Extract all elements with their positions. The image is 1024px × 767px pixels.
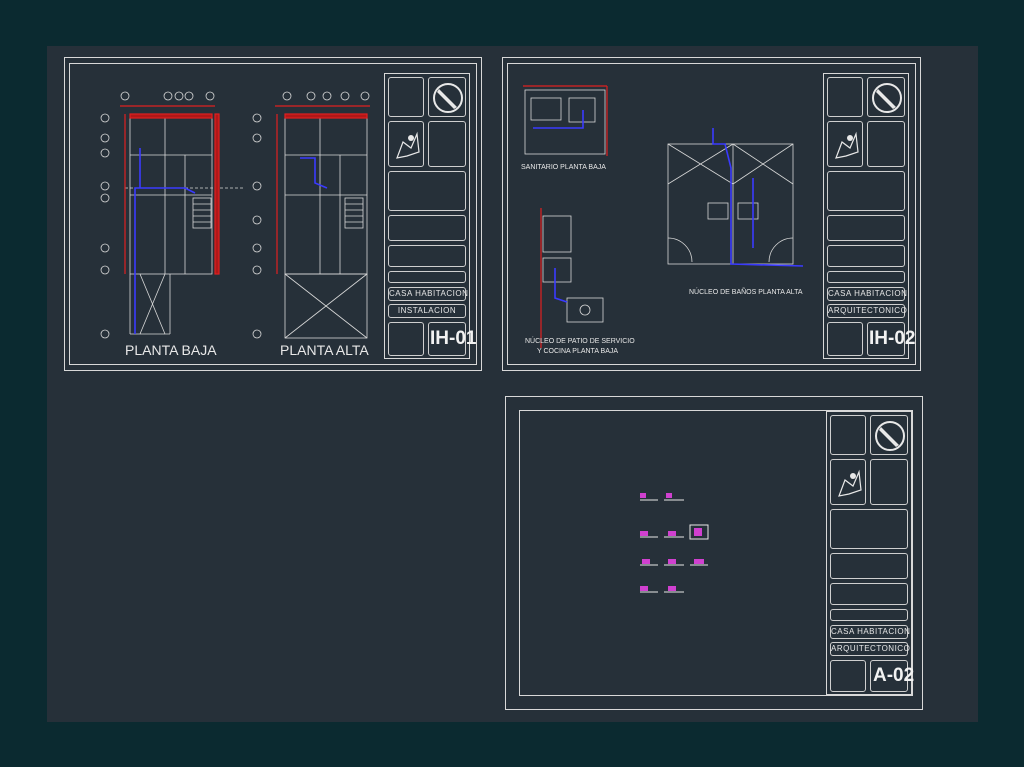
code-box: IH-01 bbox=[428, 322, 476, 356]
school-box bbox=[870, 459, 908, 505]
school-box bbox=[428, 121, 466, 167]
teacher-box bbox=[388, 245, 466, 267]
student-box bbox=[827, 215, 905, 241]
plan-title-patio-servicio: NÚCLEO DE PATIO DE SERVICIO bbox=[525, 338, 635, 345]
university-logo-icon bbox=[396, 131, 420, 159]
legend-box bbox=[830, 415, 866, 455]
logo-box bbox=[827, 121, 863, 167]
notes-box bbox=[830, 509, 908, 549]
student-box bbox=[388, 215, 466, 241]
sheet-code: IH-02 bbox=[869, 328, 916, 349]
teacher-box bbox=[827, 245, 905, 267]
discipline-label: ARQUITECTONICO bbox=[828, 306, 908, 315]
project-box: CASA HABITACION bbox=[827, 287, 908, 301]
north-box bbox=[867, 77, 905, 117]
legend-box bbox=[388, 77, 424, 117]
project-box: CASA HABITACION bbox=[388, 287, 469, 301]
teacher-box bbox=[830, 583, 908, 605]
date-box bbox=[830, 609, 908, 621]
project-label: CASA HABITACION bbox=[828, 289, 908, 298]
discipline-box: ARQUITECTONICO bbox=[830, 642, 911, 656]
plan-title-cocina: Y COCINA PLANTA BAJA bbox=[537, 348, 619, 355]
university-logo-icon bbox=[838, 469, 862, 497]
date-box bbox=[388, 271, 466, 283]
north-box bbox=[428, 77, 466, 117]
scale-box bbox=[388, 322, 424, 356]
discipline-label: ARQUITECTONICO bbox=[831, 644, 911, 653]
compass-north-icon bbox=[433, 83, 463, 113]
plan-title-planta-alta: PLANTA ALTA bbox=[280, 342, 369, 358]
compass-north-icon bbox=[875, 421, 905, 451]
discipline-label: INSTALACION bbox=[397, 306, 457, 315]
discipline-box: INSTALACION bbox=[388, 304, 466, 318]
north-box bbox=[870, 415, 908, 455]
project-box: CASA HABITACION bbox=[830, 625, 911, 639]
school-box bbox=[867, 121, 905, 167]
title-block: CASA HABITACION ARQUITECTONICO A-02 bbox=[826, 411, 914, 695]
title-block: CASA HABITACION ARQUITECTONICO IH-02 bbox=[823, 73, 915, 359]
student-box bbox=[830, 553, 908, 579]
project-label: CASA HABITACION bbox=[389, 289, 469, 298]
cad-model-space[interactable]: PLANTA BAJA PLANTA ALTA CASA HABITACION … bbox=[47, 46, 978, 722]
code-box: IH-02 bbox=[867, 322, 915, 356]
plan-title-planta-baja: PLANTA BAJA bbox=[125, 342, 217, 358]
plan-title-nucleo-banos: NÚCLEO DE BAÑOS PLANTA ALTA bbox=[689, 289, 803, 296]
sheet-a-02[interactable]: CASA HABITACION ARQUITECTONICO A-02 bbox=[505, 396, 923, 710]
logo-box bbox=[830, 459, 866, 505]
legend-box bbox=[827, 77, 863, 117]
plan-title-sanitario: SANITARIO PLANTA BAJA bbox=[521, 164, 606, 171]
sheet-ih-01[interactable]: PLANTA BAJA PLANTA ALTA CASA HABITACION … bbox=[64, 57, 482, 371]
scale-box bbox=[827, 322, 863, 356]
sheet-code: IH-01 bbox=[430, 328, 477, 349]
notes-box bbox=[388, 171, 466, 211]
notes-box bbox=[827, 171, 905, 211]
project-label: CASA HABITACION bbox=[831, 627, 911, 636]
title-block: CASA HABITACION INSTALACION IH-01 bbox=[384, 73, 476, 359]
university-logo-icon bbox=[835, 131, 859, 159]
date-box bbox=[827, 271, 905, 283]
sheet-code: A-02 bbox=[873, 665, 915, 686]
scale-box bbox=[830, 660, 866, 692]
logo-box bbox=[388, 121, 424, 167]
discipline-box: ARQUITECTONICO bbox=[827, 304, 908, 318]
sheet-ih-02[interactable]: SANITARIO PLANTA BAJA NÚCLEO DE BAÑOS PL… bbox=[502, 57, 921, 371]
code-box: A-02 bbox=[870, 660, 914, 692]
compass-north-icon bbox=[872, 83, 902, 113]
